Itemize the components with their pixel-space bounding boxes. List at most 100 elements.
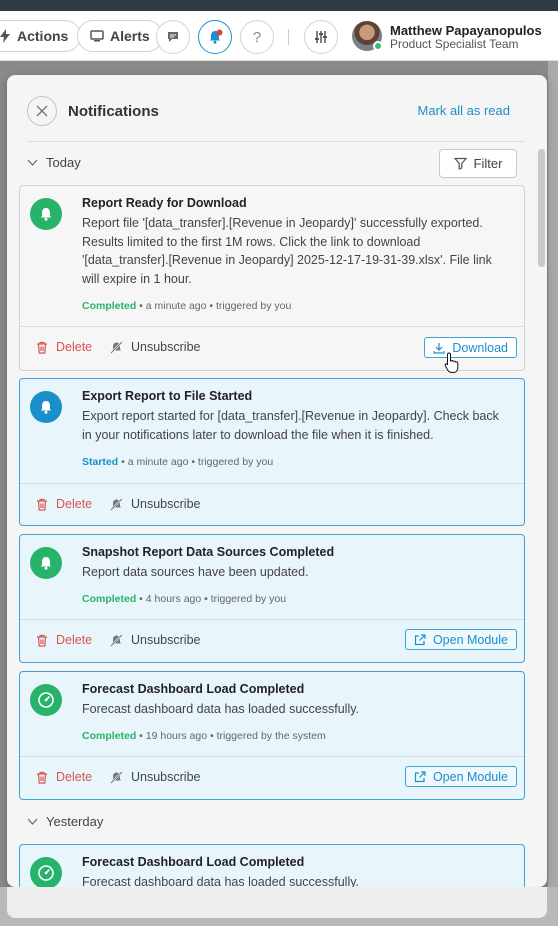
unsubscribe-button[interactable]: Unsubscribe [110,497,200,511]
question-icon: ? [252,28,262,46]
delete-button[interactable]: Delete [36,340,92,354]
status-badge: Completed [82,300,137,312]
unsubscribe-label: Unsubscribe [131,770,201,784]
alerts-button[interactable]: Alerts [77,20,163,52]
background-page-edge [548,61,558,887]
group-today-label: Today [46,155,81,170]
unsubscribe-label: Unsubscribe [131,497,201,511]
notification-message: Report data sources have been updated. [82,565,309,579]
notification-card: Snapshot Report Data Sources Completed R… [19,534,525,663]
download-button[interactable]: Download [424,337,517,358]
toolbar-divider [288,29,289,45]
notification-meta: Completed • 19 hours ago • triggered by … [82,730,326,742]
lightning-icon [0,29,10,43]
notification-message: Report file '[data_transfer].[Revenue in… [82,216,492,286]
chat-button[interactable] [156,20,190,54]
status-badge: Completed [82,593,137,605]
notification-time: • a minute ago • triggered by you [136,300,292,312]
delete-button[interactable]: Delete [36,770,92,784]
notification-time: • 4 hours ago • triggered by you [136,593,287,605]
bell-off-icon [110,770,123,784]
unsubscribe-button[interactable]: Unsubscribe [110,770,200,784]
card-divider [20,756,524,757]
notification-message: Forecast dashboard data has loaded succe… [82,702,360,716]
group-today-toggle[interactable]: Today [27,155,81,170]
notification-meta: Completed • a minute ago • triggered by … [82,300,291,312]
gauge-icon [30,857,62,887]
user-team: Product Specialist Team [390,37,519,51]
help-button[interactable]: ? [240,20,274,54]
download-label: Download [452,340,508,355]
delete-label: Delete [56,770,93,784]
notification-message: Export report started for [data_transfer… [82,409,499,442]
close-button[interactable] [27,96,57,126]
unsubscribe-button[interactable]: Unsubscribe [110,633,200,647]
mark-all-read-link[interactable]: Mark all as read [418,103,510,118]
status-badge: Completed [82,730,137,742]
external-link-icon [414,770,426,782]
external-link-icon [414,633,426,645]
panel-footer [7,887,547,918]
bell-icon [210,29,223,44]
filter-label: Filter [473,156,503,171]
chevron-down-icon [27,818,38,825]
notification-title: Report Ready for Download [82,196,247,210]
trash-icon [37,341,47,354]
notification-meta: Started • a minute ago • triggered by yo… [82,456,273,468]
delete-label: Delete [56,497,93,511]
card-divider [20,326,524,327]
top-strip [0,0,558,11]
trash-icon [37,634,47,647]
unsubscribe-label: Unsubscribe [131,340,201,354]
card-divider [20,483,524,484]
group-yesterday-toggle[interactable]: Yesterday [27,814,103,829]
sliders-icon [315,31,327,43]
actions-button[interactable]: Actions [0,20,82,52]
header-divider [27,141,525,142]
filter-button[interactable]: Filter [439,149,517,178]
open-module-button[interactable]: Open Module [404,766,517,787]
delete-label: Delete [56,340,93,354]
notification-title: Forecast Dashboard Load Completed [82,855,305,869]
pointer-cursor-icon [444,352,459,373]
monitor-icon [90,30,104,42]
bell-off-icon [110,340,123,354]
close-icon [36,105,48,117]
scrollbar[interactable] [538,149,545,267]
delete-button[interactable]: Delete [36,633,92,647]
notifications-button[interactable] [198,20,232,54]
delete-button[interactable]: Delete [36,497,92,511]
delete-label: Delete [56,633,93,647]
notification-meta: Completed • 4 hours ago • triggered by y… [82,593,286,605]
status-badge: Started [82,456,119,468]
panel-title: Notifications [68,103,159,120]
notification-message: Forecast dashboard data has loaded succe… [82,875,360,887]
open-module-button[interactable]: Open Module [404,629,517,650]
user-name: Matthew Papayanopulos [390,23,542,38]
notification-title: Snapshot Report Data Sources Completed [82,545,335,559]
open-module-label: Open Module [432,632,508,647]
notification-title: Export Report to File Started [82,389,253,403]
bell-icon [30,391,62,423]
notification-card: Forecast Dashboard Load Completed Foreca… [19,671,525,800]
group-yesterday-label: Yesterday [46,814,104,829]
notification-time: • a minute ago • triggered by you [118,456,274,468]
bell-off-icon [110,633,123,647]
notification-card: Report Ready for Download Report file '[… [19,185,525,371]
actions-label: Actions [17,28,69,44]
online-status-dot [373,41,383,51]
alerts-label: Alerts [110,28,150,44]
notification-card: Forecast Dashboard Load Completed Foreca… [19,844,525,887]
filter-icon [453,157,467,170]
bell-icon [30,198,62,230]
notifications-panel: Notifications Mark all as read Today Fil… [7,75,547,887]
bell-icon [30,547,62,579]
chevron-down-icon [27,159,38,166]
unsubscribe-label: Unsubscribe [131,633,201,647]
trash-icon [37,498,47,511]
notification-card: Export Report to File Started Export rep… [19,378,525,526]
settings-button[interactable] [304,20,338,54]
unsubscribe-button[interactable]: Unsubscribe [110,340,200,354]
gauge-icon [30,684,62,716]
app-bar: Actions Alerts ? Matthew Papayanopulos P… [0,11,558,61]
